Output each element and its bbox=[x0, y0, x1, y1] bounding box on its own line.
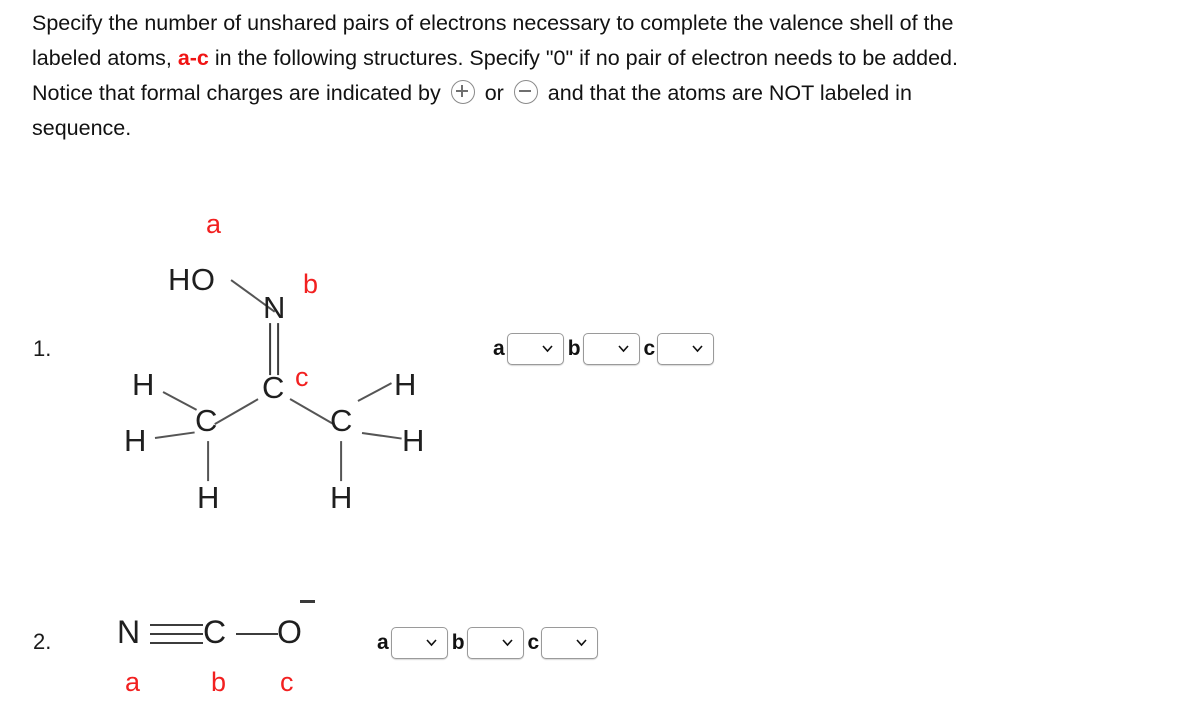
answer-letter-b: b bbox=[567, 337, 581, 360]
label-c-oxygen-2: c bbox=[280, 667, 294, 697]
label-a-nitrogen-2: a bbox=[125, 667, 141, 697]
atom-carbon-2: C bbox=[203, 614, 227, 650]
dropdown-q1-b[interactable] bbox=[582, 333, 640, 365]
prompt-conjunction-or: or bbox=[484, 81, 504, 105]
answer-letter-c: c bbox=[527, 631, 540, 654]
circled-minus-icon bbox=[513, 80, 538, 104]
atom-right-methyl-h-right: H bbox=[402, 423, 425, 458]
chevron-down-icon bbox=[692, 343, 703, 354]
answer-letter-a: a bbox=[493, 337, 505, 360]
question-1-answer-group: a b c bbox=[493, 333, 718, 365]
dropdown-q2-c[interactable] bbox=[541, 627, 599, 659]
negative-charge-icon bbox=[300, 600, 315, 603]
question-2-answer-group: a b c bbox=[377, 627, 602, 659]
answer-letter-b: b bbox=[451, 631, 465, 654]
bond-n-c-triple-line-1 bbox=[150, 624, 203, 627]
atom-nitrogen-2: N bbox=[117, 614, 141, 650]
chevron-down-icon bbox=[576, 637, 587, 648]
dropdown-q1-a[interactable] bbox=[506, 333, 564, 365]
bond-rightmethyl-h-top bbox=[357, 382, 393, 403]
chevron-down-icon bbox=[501, 637, 513, 648]
bond-n-c-triple-line-3 bbox=[150, 642, 203, 645]
dropdown-q2-b[interactable] bbox=[466, 627, 524, 659]
label-b-carbon-2: b bbox=[211, 667, 227, 697]
structure-2-cyanate-ion: N C O a b c bbox=[0, 0, 360, 714]
dropdown-q2-a[interactable] bbox=[390, 627, 448, 659]
answer-letter-a: a bbox=[377, 631, 389, 654]
dropdown-q1-c[interactable] bbox=[657, 333, 715, 365]
chevron-down-icon bbox=[617, 343, 629, 354]
atom-right-methyl-h-top: H bbox=[394, 367, 417, 402]
atom-oxygen-2: O bbox=[277, 614, 303, 650]
bond-n-c-triple-line-2 bbox=[150, 633, 203, 636]
bond-c-o-single bbox=[236, 633, 278, 636]
answer-letter-c: c bbox=[643, 337, 656, 360]
chevron-down-icon bbox=[426, 637, 437, 648]
chevron-down-icon bbox=[542, 343, 553, 354]
bond-rightmethyl-h-right bbox=[361, 432, 402, 440]
prompt-line-3-post: and that the atoms are NOT labeled in bbox=[547, 81, 912, 105]
